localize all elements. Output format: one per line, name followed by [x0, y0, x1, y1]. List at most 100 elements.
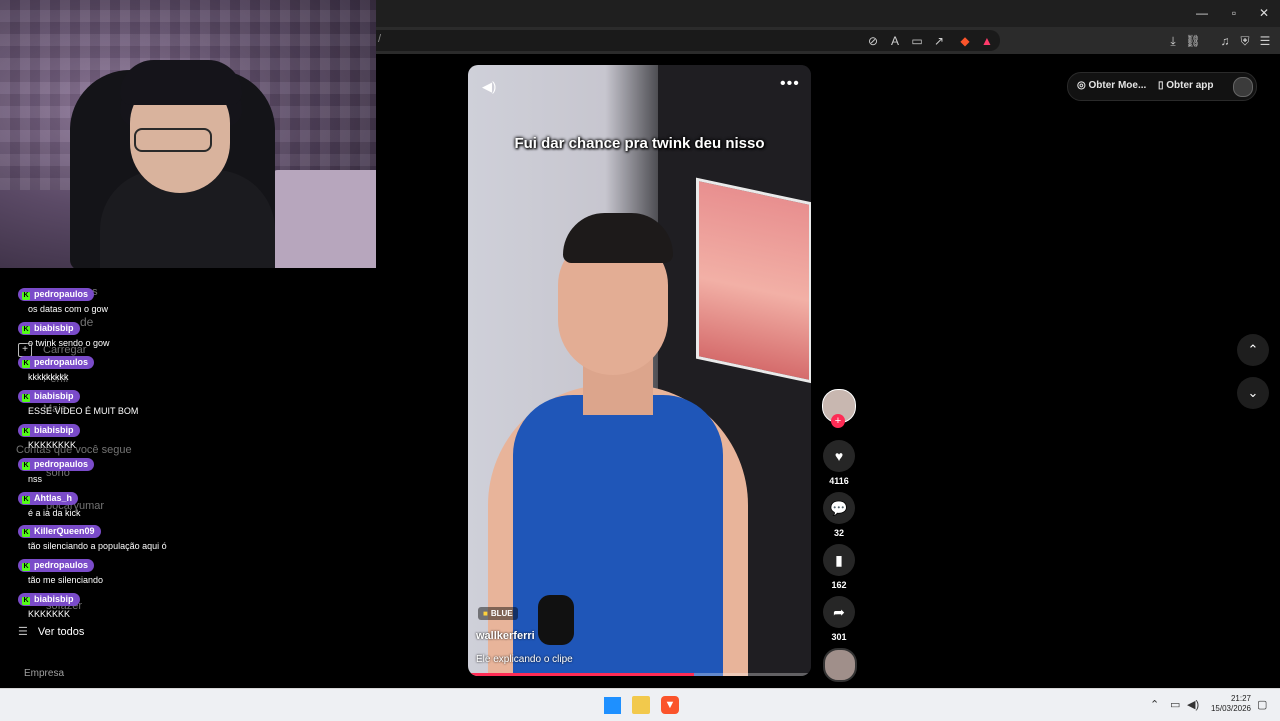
chat-username-text: pedropaulos [34, 459, 89, 469]
menu-icon[interactable]: ☰ [1256, 32, 1274, 50]
chat-username-text: biabisbip [34, 323, 74, 333]
more-options-icon[interactable]: ••• [780, 75, 800, 93]
company-link[interactable]: Empresa [24, 668, 64, 679]
like-button[interactable]: ♥ [823, 440, 855, 472]
close-button[interactable]: ✕ [1250, 4, 1278, 22]
chat-username-text: biabisbip [34, 391, 74, 401]
chat-username-text: pedropaulos [34, 357, 89, 367]
next-video-button[interactable]: ⌄ [1237, 377, 1269, 409]
download-icon[interactable]: ⤓ [1164, 32, 1182, 50]
video-badge: ■ BLUE [478, 607, 518, 620]
video-person-hair [563, 213, 673, 263]
kick-icon: K [22, 428, 30, 436]
save-button[interactable]: ▮ [823, 544, 855, 576]
kick-icon: K [22, 462, 30, 470]
music-disc[interactable] [823, 648, 857, 682]
chat-text: kkkkkkkkk [28, 372, 69, 382]
chat-username: Kpedropaulos [18, 559, 95, 572]
translate-icon[interactable]: A [886, 32, 904, 50]
list-icon: ☰ [18, 626, 28, 638]
windows-start-icon[interactable] [603, 696, 621, 714]
notifications-icon[interactable]: ▢ [1257, 698, 1267, 711]
get-coins-button[interactable]: ◎ Obter Moe... [1077, 80, 1146, 91]
chat-text: os datas com o gow [28, 304, 109, 314]
chat-message: Kpedropaulos nss [18, 454, 95, 484]
brave-browser-icon[interactable]: ▼ [661, 696, 679, 714]
chat-text: nss [28, 474, 43, 484]
chat-text: KKKKKKKK [28, 440, 77, 450]
profile-avatar[interactable] [1233, 77, 1253, 97]
brave-shields-icon[interactable]: ◆ [956, 32, 974, 50]
chat-username: Kpedropaulos [18, 288, 95, 301]
badge-icon: ■ [483, 609, 488, 618]
video-caption: Fui dar chance pra twink deu nisso [514, 135, 765, 152]
get-app-button[interactable]: ▯ Obter app [1158, 80, 1214, 91]
chat-message: Kbiabisbip KKKKKKKK [18, 420, 80, 450]
chat-message: Kbiabisbip KKKKKKK [18, 589, 80, 619]
webcam-glasses [134, 128, 212, 152]
chat-username: Kbiabisbip [18, 322, 80, 335]
network-icon[interactable]: ▭ [1170, 698, 1180, 711]
share-count: 301 [831, 632, 847, 642]
like-count: 4116 [829, 476, 849, 486]
chat-message: K KillerQueen09 tão silenciando a populaçã… [18, 521, 167, 551]
share-arrow-icon: ➦ [833, 604, 845, 620]
music-icon[interactable]: ♫ [1216, 32, 1234, 50]
chat-message: Kbiabisbip o twink sendo o gow [18, 318, 110, 348]
previous-video-button[interactable]: ⌃ [1237, 334, 1269, 366]
chat-username-text: biabisbip [34, 425, 74, 435]
cast-icon[interactable]: ▭ [908, 32, 926, 50]
volume-icon[interactable]: ◀) [482, 79, 496, 95]
chat-username: Kpedropaulos [18, 356, 95, 369]
windows-taskbar: ▼ ⌃ ▭ ◀) 21:27 15/03/2026 ▢ [0, 688, 1280, 721]
clock-time: 21:27 [1230, 694, 1251, 703]
clock[interactable]: 21:27 15/03/2026 [1205, 694, 1251, 714]
kick-icon: K [22, 529, 30, 537]
chat-username: Kbiabisbip [18, 593, 80, 606]
file-explorer-icon[interactable] [632, 696, 650, 714]
share-button[interactable]: ➦ [823, 596, 855, 628]
chat-message: Kpedropaulos os datas com o gow [18, 284, 108, 314]
save-count: 162 [831, 580, 847, 590]
see-all-link[interactable]: ☰ Ver todos [18, 625, 84, 638]
maximize-button[interactable]: ▫ [1220, 4, 1248, 22]
see-all-label: Ver todos [37, 626, 85, 638]
chevron-up-icon: ⌃ [1247, 342, 1259, 357]
badge-label: BLUE [490, 609, 513, 618]
webcam-bed [270, 170, 376, 268]
follow-plus-icon[interactable]: + [831, 414, 845, 428]
tray-overflow-icon[interactable]: ⌃ [1150, 698, 1159, 711]
video-author[interactable]: wallkerferri [476, 630, 535, 642]
chat-username: Kbiabisbip [18, 390, 80, 403]
chevron-down-icon: ⌄ [1247, 385, 1259, 400]
get-app-label: Obter app [1166, 80, 1214, 91]
webcam-bangs [120, 60, 242, 105]
volume-tray-icon[interactable]: ◀) [1187, 698, 1199, 711]
video-player[interactable]: Fui dar chance pra twink deu nisso ◀) ••… [468, 65, 811, 676]
comment-button[interactable]: 💬 [823, 492, 855, 524]
link-icon[interactable]: ⛓ [1184, 32, 1202, 50]
brave-rewards-icon[interactable]: ▲ [978, 32, 996, 50]
vpn-shield-icon[interactable]: ⛨ [1236, 32, 1254, 50]
kick-icon: K [22, 292, 30, 300]
kick-icon: K [22, 326, 30, 334]
coin-icon: ◎ [1077, 80, 1089, 91]
heart-icon: ♥ [834, 448, 844, 464]
url-text: / [378, 33, 382, 45]
browser-titlebar: — ▫ ✕ [376, 0, 1280, 27]
chat-text: tão silenciando a população aqui ó [28, 541, 167, 551]
url-field[interactable]: / [376, 30, 1000, 51]
kick-icon: K [22, 597, 30, 605]
chat-text: é a ia da kick [28, 508, 81, 518]
chat-username: Kpedropaulos [18, 458, 95, 471]
share-icon[interactable]: ↗ [930, 32, 948, 50]
address-bar: / ⊘ A ▭ ↗ ◆ ▲ ⤓ ⛓ ♫ ⛨ ☰ [376, 27, 1280, 54]
reader-off-icon[interactable]: ⊘ [864, 32, 882, 50]
chat-username-text: Ahtlas_h [34, 493, 73, 503]
chat-text: o twink sendo o gow [28, 338, 110, 348]
chat-username-text: KillerQueen09 [34, 526, 95, 536]
chat-username: K Ahtlas_h [18, 492, 79, 505]
chat-text: ESSE VIDEO É MUIT BOM [28, 406, 139, 416]
chat-username-text: biabisbip [34, 594, 74, 604]
minimize-button[interactable]: — [1188, 4, 1216, 22]
